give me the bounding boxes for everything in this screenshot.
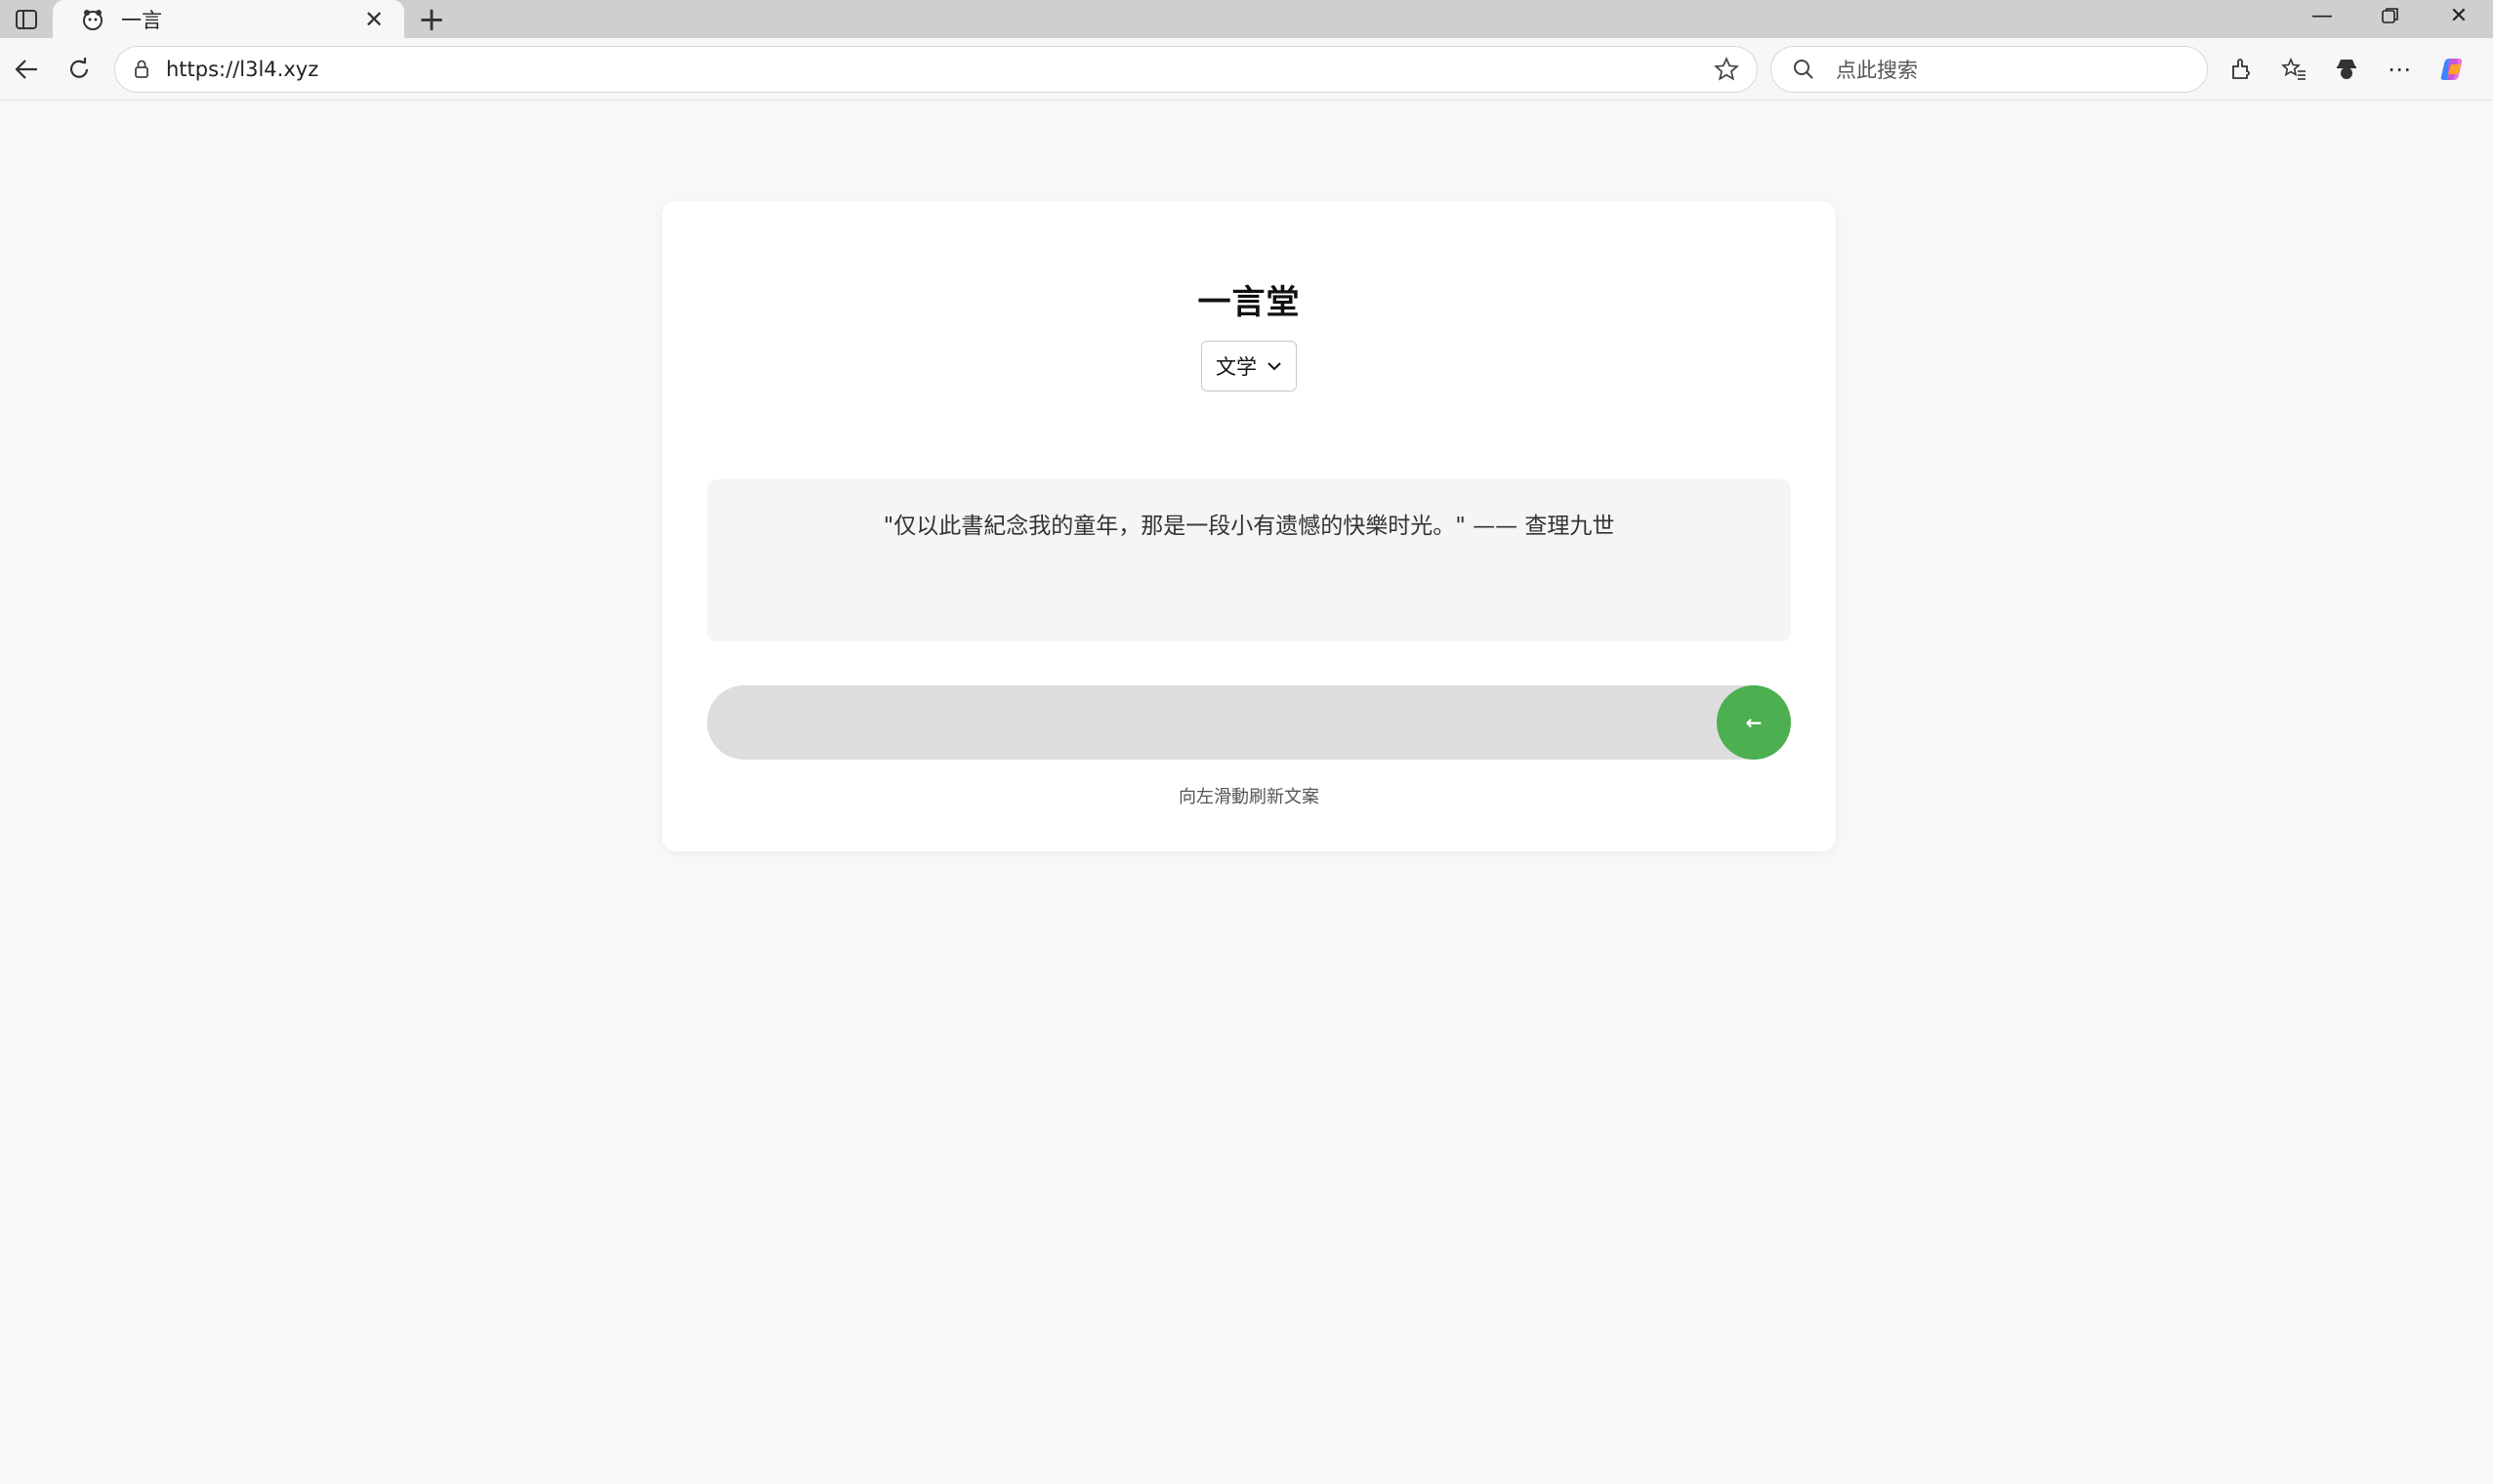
back-icon[interactable] — [0, 43, 53, 96]
close-window-icon[interactable]: ✕ — [2425, 0, 2493, 31]
page-title: 一言堂 — [1197, 283, 1301, 322]
restore-icon[interactable] — [2356, 0, 2425, 31]
arrow-left-icon: ← — [1745, 711, 1763, 734]
chevron-down-icon — [1267, 358, 1282, 374]
browser-toolbar: https://l3l4.xyz 点此搜索 ⋯ — [0, 38, 2493, 101]
quote-text: "仅以此書紀念我的童年，那是一段小有遗憾的快樂时光。" —— 查理九世 — [883, 514, 1615, 539]
profile-icon[interactable] — [2320, 46, 2373, 93]
sidebar-toggle-icon[interactable] — [0, 0, 53, 38]
minimize-icon[interactable]: — — [2288, 0, 2356, 31]
lock-icon[interactable] — [129, 57, 154, 82]
tab-bar: 一言 ✕ + — ✕ — [0, 0, 2493, 39]
refresh-slider-track[interactable]: ← — [707, 685, 1791, 760]
reload-icon[interactable] — [53, 43, 105, 96]
favorite-star-icon[interactable] — [1710, 53, 1743, 86]
quote-card: 一言堂 文学 "仅以此書紀念我的童年，那是一段小有遗憾的快樂时光。" —— 查理… — [662, 201, 1836, 851]
category-selected-value: 文学 — [1216, 355, 1257, 379]
page-viewport: 一言堂 文学 "仅以此書紀念我的童年，那是一段小有遗憾的快樂时光。" —— 查理… — [2, 101, 2491, 1481]
toolbar-icons: ⋯ — [2215, 46, 2478, 93]
tab-title: 一言 — [121, 8, 162, 32]
search-icon — [1789, 55, 1818, 84]
extensions-icon[interactable] — [2215, 46, 2267, 93]
slider-hint: 向左滑動刷新文案 — [1179, 787, 1319, 807]
quote-box: "仅以此書紀念我的童年，那是一段小有遗憾的快樂时光。" —— 查理九世 — [707, 479, 1791, 641]
category-select[interactable]: 文学 — [1201, 341, 1297, 392]
site-favicon-icon — [80, 7, 105, 32]
search-box[interactable]: 点此搜索 — [1770, 46, 2208, 93]
tab-active[interactable]: 一言 ✕ — [53, 0, 404, 38]
url-text[interactable]: https://l3l4.xyz — [166, 58, 1710, 81]
copilot-icon[interactable] — [2426, 46, 2478, 93]
address-bar[interactable]: https://l3l4.xyz — [114, 46, 1758, 93]
more-options-icon[interactable]: ⋯ — [2373, 46, 2426, 93]
new-tab-button[interactable]: + — [404, 0, 459, 39]
window-controls: — ✕ — [2288, 0, 2493, 31]
tab-close-icon[interactable]: ✕ — [359, 6, 389, 33]
favorites-icon[interactable] — [2267, 46, 2320, 93]
slider-handle[interactable]: ← — [1717, 685, 1791, 760]
search-placeholder: 点此搜索 — [1836, 59, 1918, 82]
